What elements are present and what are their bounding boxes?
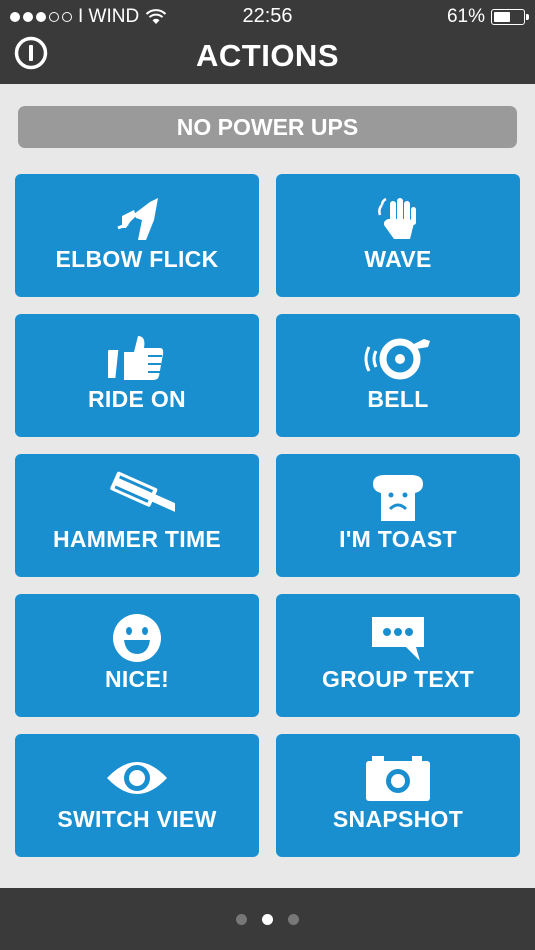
elbow-icon [117, 198, 158, 240]
battery-percent: 61% [446, 6, 485, 27]
battery-nub [526, 14, 529, 20]
action-group-text[interactable]: GROUP TEXT [276, 594, 520, 717]
action-label: RIDE ON [88, 386, 186, 412]
status-bar: I WIND 22:56 61% [0, 0, 535, 34]
action-label: SNAPSHOT [332, 806, 464, 832]
smiley-icon [113, 614, 161, 662]
chat-bubble-icon [372, 617, 424, 661]
page-dot-active[interactable] [262, 913, 273, 925]
battery-fill [494, 12, 510, 22]
toast-icon [373, 475, 423, 521]
bell-icon [364, 338, 430, 380]
battery-info: 61% [446, 6, 529, 28]
page-indicator[interactable] [0, 888, 535, 950]
action-elbow-flick[interactable]: ELBOW FLICK [15, 174, 259, 297]
app-header: ACTIONS [0, 34, 535, 84]
page-dot[interactable] [288, 913, 299, 925]
hammer-icon [110, 471, 175, 514]
action-label: NICE! [104, 666, 170, 692]
action-wave[interactable]: WAVE [276, 174, 520, 297]
power-ups-button[interactable]: NO POWER UPS [18, 106, 517, 148]
action-label: GROUP TEXT [321, 666, 475, 692]
action-label: ELBOW FLICK [55, 246, 219, 272]
camera-icon [366, 756, 430, 801]
action-im-toast[interactable]: I'M TOAST [276, 454, 520, 577]
action-ride-on[interactable]: RIDE ON [15, 314, 259, 437]
action-hammer-time[interactable]: HAMMER TIME [15, 454, 259, 577]
action-label: WAVE [364, 246, 432, 272]
action-label: BELL [367, 386, 429, 412]
actions-panel: NO POWER UPS ELBOW FLICK WAVE RIDE ON BE… [0, 84, 535, 888]
action-label: I'M TOAST [339, 526, 457, 552]
action-bell[interactable]: BELL [276, 314, 520, 437]
action-switch-view[interactable]: SWITCH VIEW [15, 734, 259, 857]
battery-icon [491, 9, 529, 25]
page-title: ACTIONS [196, 38, 339, 73]
page-dot[interactable] [236, 913, 247, 925]
action-label: SWITCH VIEW [57, 806, 217, 832]
action-label: HAMMER TIME [52, 526, 222, 552]
hand-wave-icon [378, 197, 416, 239]
thumbs-up-icon [108, 336, 164, 380]
eye-icon [107, 762, 167, 794]
action-snapshot[interactable]: SNAPSHOT [276, 734, 520, 857]
action-nice[interactable]: NICE! [15, 594, 259, 717]
actions-grid: ELBOW FLICK WAVE RIDE ON BELL HAMMER TIM… [15, 174, 520, 857]
